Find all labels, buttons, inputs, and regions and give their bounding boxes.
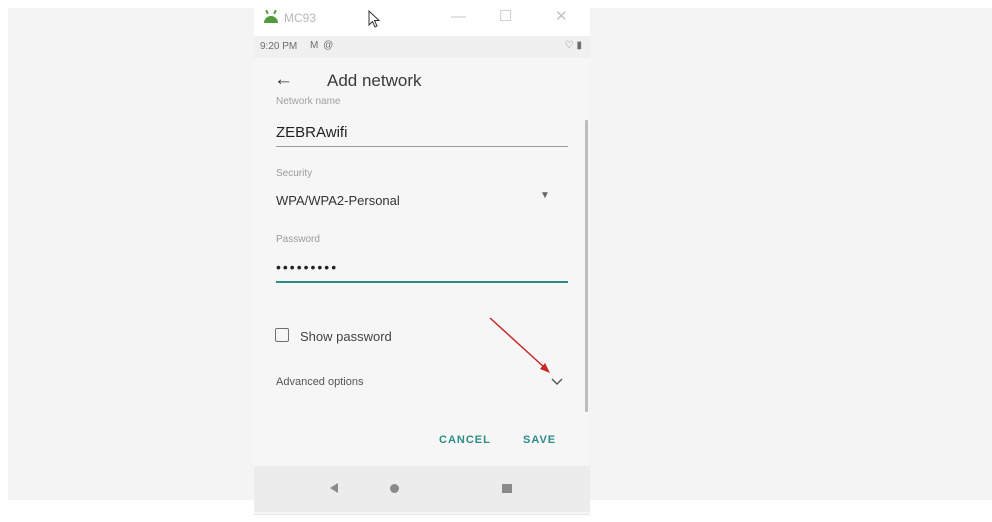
scrollbar[interactable]	[585, 120, 588, 412]
network-name-underline	[276, 146, 568, 147]
password-value: •••••••••	[276, 259, 339, 275]
maximize-button[interactable]: ☐	[499, 9, 512, 25]
page-title: Add network	[327, 71, 422, 90]
advanced-options-label[interactable]: Advanced options	[276, 376, 363, 388]
show-password-checkbox[interactable]	[275, 328, 289, 342]
window-titlebar: MC93 — ☐ ✕	[254, 0, 590, 36]
password-underline	[276, 281, 568, 283]
dropdown-arrow-icon: ▼	[540, 190, 550, 201]
emulator-window: MC93 — ☐ ✕ 9:20 PM M @ ♡ ▮ ← Add network…	[254, 0, 590, 515]
status-time: 9:20 PM	[260, 41, 298, 52]
mouse-cursor-icon	[368, 10, 381, 28]
android-icon	[264, 10, 278, 23]
save-button[interactable]: SAVE	[523, 434, 556, 446]
security-label: Security	[276, 168, 313, 179]
android-nav-bar	[254, 466, 590, 512]
nav-home-icon[interactable]	[390, 484, 399, 493]
minimize-button[interactable]: —	[451, 9, 466, 25]
add-network-form: Network name ZEBRAwifi Security WPA/WPA2…	[254, 96, 590, 464]
chevron-down-icon[interactable]	[551, 376, 563, 386]
network-name-label: Network name	[276, 96, 341, 107]
notification-icons: M @	[310, 40, 335, 51]
network-name-value: ZEBRAwifi	[276, 124, 348, 141]
android-status-bar: 9:20 PM M @ ♡ ▮	[254, 36, 590, 58]
close-button[interactable]: ✕	[555, 9, 568, 25]
back-arrow-icon[interactable]: ←	[274, 69, 293, 91]
security-value: WPA/WPA2-Personal	[276, 193, 400, 208]
window-title: MC93	[284, 11, 317, 25]
show-password-label[interactable]: Show password	[300, 329, 392, 344]
status-icons: ♡ ▮	[564, 40, 582, 51]
cancel-button[interactable]: CANCEL	[439, 434, 491, 446]
nav-recents-icon[interactable]	[502, 484, 512, 493]
password-label: Password	[276, 234, 320, 245]
nav-back-icon[interactable]	[330, 483, 338, 493]
